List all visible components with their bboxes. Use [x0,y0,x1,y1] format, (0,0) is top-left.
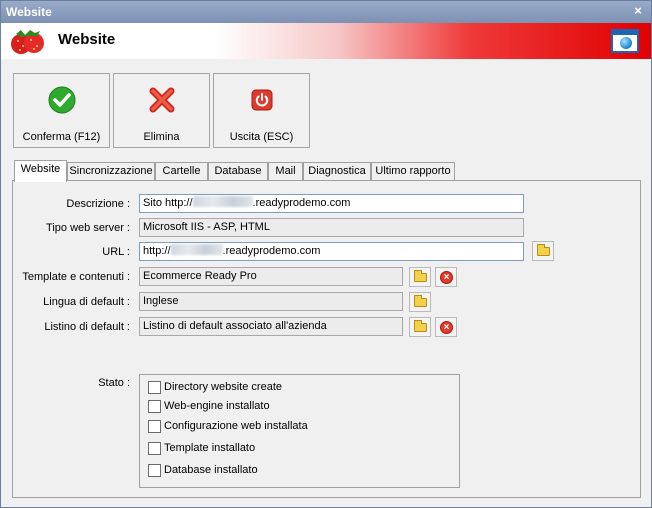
template-label: Template e contenuti : [22,271,130,283]
delete-label: Elimina [143,131,180,143]
template-browse-button[interactable] [409,267,431,287]
url-field[interactable]: http://.readyprodemo.com [139,242,524,261]
delete-icon: × [440,321,453,334]
stato-group: Directory website create Web-engine inst… [139,374,460,488]
listino-field: Listino di default associato all'azienda [139,317,403,336]
template-field: Ecommerce Ready Pro [139,267,403,286]
confirm-label: Conferma (F12) [22,131,101,143]
descrizione-label: Descrizione : [66,198,130,210]
confirm-button[interactable]: Conferma (F12) [13,73,110,148]
tipo-server-field: Microsoft IIS - ASP, HTML [139,218,524,237]
close-button[interactable]: × [631,3,645,19]
redacted-text [170,244,223,255]
delete-icon: × [440,271,453,284]
title-bar[interactable]: Website × [1,1,651,23]
tab-database[interactable]: Database [208,162,268,181]
tipo-server-label: Tipo web server : [46,222,130,234]
tab-cartelle[interactable]: Cartelle [155,162,208,181]
folder-icon [414,320,427,332]
checkmark-icon [48,86,76,114]
tab-mail[interactable]: Mail [268,162,303,181]
lingua-label: Lingua di default : [43,296,130,308]
tab-website[interactable]: Website [14,160,67,182]
red-x-icon [149,87,175,113]
lingua-field: Inglese [139,292,403,311]
template-clear-button[interactable]: × [435,267,457,287]
folder-icon [414,295,427,307]
exit-button[interactable]: Uscita (ESC) [213,73,310,148]
window-title: Website [6,5,52,19]
folder-icon [537,244,550,256]
header-title: Website [58,31,116,48]
exit-label: Uscita (ESC) [229,131,294,143]
url-browse-button[interactable] [532,241,554,261]
dialog-header: Website [1,23,651,59]
browser-globe-icon [611,29,639,53]
descrizione-field[interactable]: Sito http://.readyprodemo.com [139,194,524,213]
lingua-browse-button[interactable] [409,292,431,312]
redacted-text [192,196,253,207]
stato-label: Stato : [98,377,130,389]
tab-sincronizzazione[interactable]: Sincronizzazione [67,162,155,181]
strawberry-logo-icon [11,30,44,54]
tab-ultimo-rapporto[interactable]: Ultimo rapporto [371,162,455,181]
power-icon [251,89,273,111]
url-label: URL : [102,246,130,258]
delete-button[interactable]: Elimina [113,73,210,148]
folder-icon [414,270,427,282]
tab-diagnostica[interactable]: Diagnostica [303,162,371,181]
website-dialog: Website × Website Conferma (F12) Elimina [0,0,652,508]
listino-browse-button[interactable] [409,317,431,337]
listino-label: Listino di default : [44,321,130,333]
listino-clear-button[interactable]: × [435,317,457,337]
